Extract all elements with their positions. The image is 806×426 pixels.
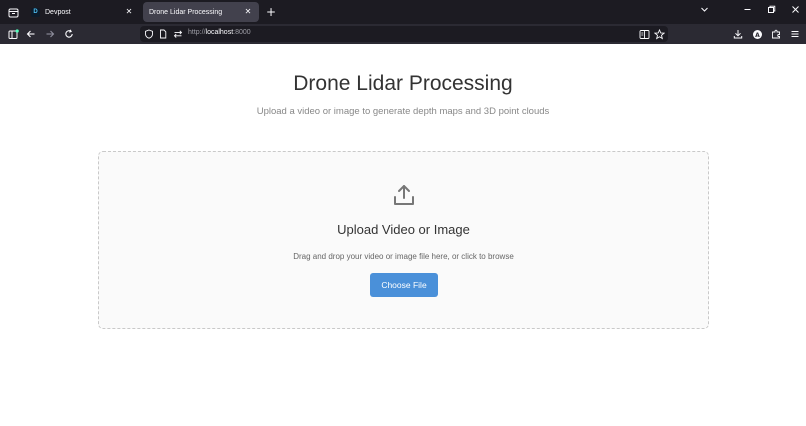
download-icon[interactable] [731,27,745,41]
close-icon[interactable] [788,5,802,19]
tab-strip: D Devpost ✕ Drone Lidar Processing ✕ + [0,0,806,24]
page-content: Drone Lidar Processing Upload a video or… [0,44,806,426]
page-subtitle: Upload a video or image to generate dept… [256,106,550,117]
account-icon[interactable]: A [750,27,764,41]
tab-drone-lidar[interactable]: Drone Lidar Processing ✕ [143,2,259,22]
upload-heading: Upload Video or Image [337,222,470,237]
reload-icon[interactable] [62,27,76,41]
plus-icon[interactable]: + [263,4,279,20]
chevron-down-icon[interactable] [697,5,711,19]
choose-file-button[interactable]: Choose File [370,273,438,297]
sidebar-icon[interactable] [6,27,20,41]
reader-view-icon[interactable] [637,27,651,41]
permissions-icon[interactable] [171,27,185,41]
restore-icon[interactable] [764,5,778,19]
back-arrow-icon[interactable] [24,27,38,41]
navigation-toolbar: http://localhost:8000 A [0,24,806,44]
minimize-icon[interactable] [740,5,754,19]
hamburger-menu-icon[interactable] [788,27,802,41]
url-host: localhost [205,29,234,36]
tab-devpost[interactable]: D Devpost ✕ [25,2,140,22]
url-port: :8000 [233,29,251,36]
address-bar[interactable]: http://localhost:8000 [140,26,668,42]
page-title: Drone Lidar Processing [293,72,513,95]
close-icon[interactable]: ✕ [242,6,254,18]
page-icon[interactable] [156,27,170,41]
url-text[interactable]: http://localhost:8000 [188,29,251,36]
forward-arrow-icon[interactable] [43,27,57,41]
star-icon[interactable] [652,27,666,41]
tab-overview-icon[interactable] [4,3,22,21]
upload-hint: Drag and drop your video or image file h… [293,252,514,261]
upload-icon [392,183,416,207]
url-scheme: http:// [188,29,206,36]
close-icon[interactable]: ✕ [123,6,135,18]
devpost-favicon: D [31,7,40,17]
svg-text:A: A [755,31,760,38]
puzzle-icon[interactable] [769,27,783,41]
upload-dropzone[interactable]: Upload Video or Image Drag and drop your… [98,151,709,329]
shield-icon[interactable] [142,27,156,41]
tab-title: Devpost [45,8,71,16]
tab-title: Drone Lidar Processing [149,8,223,16]
